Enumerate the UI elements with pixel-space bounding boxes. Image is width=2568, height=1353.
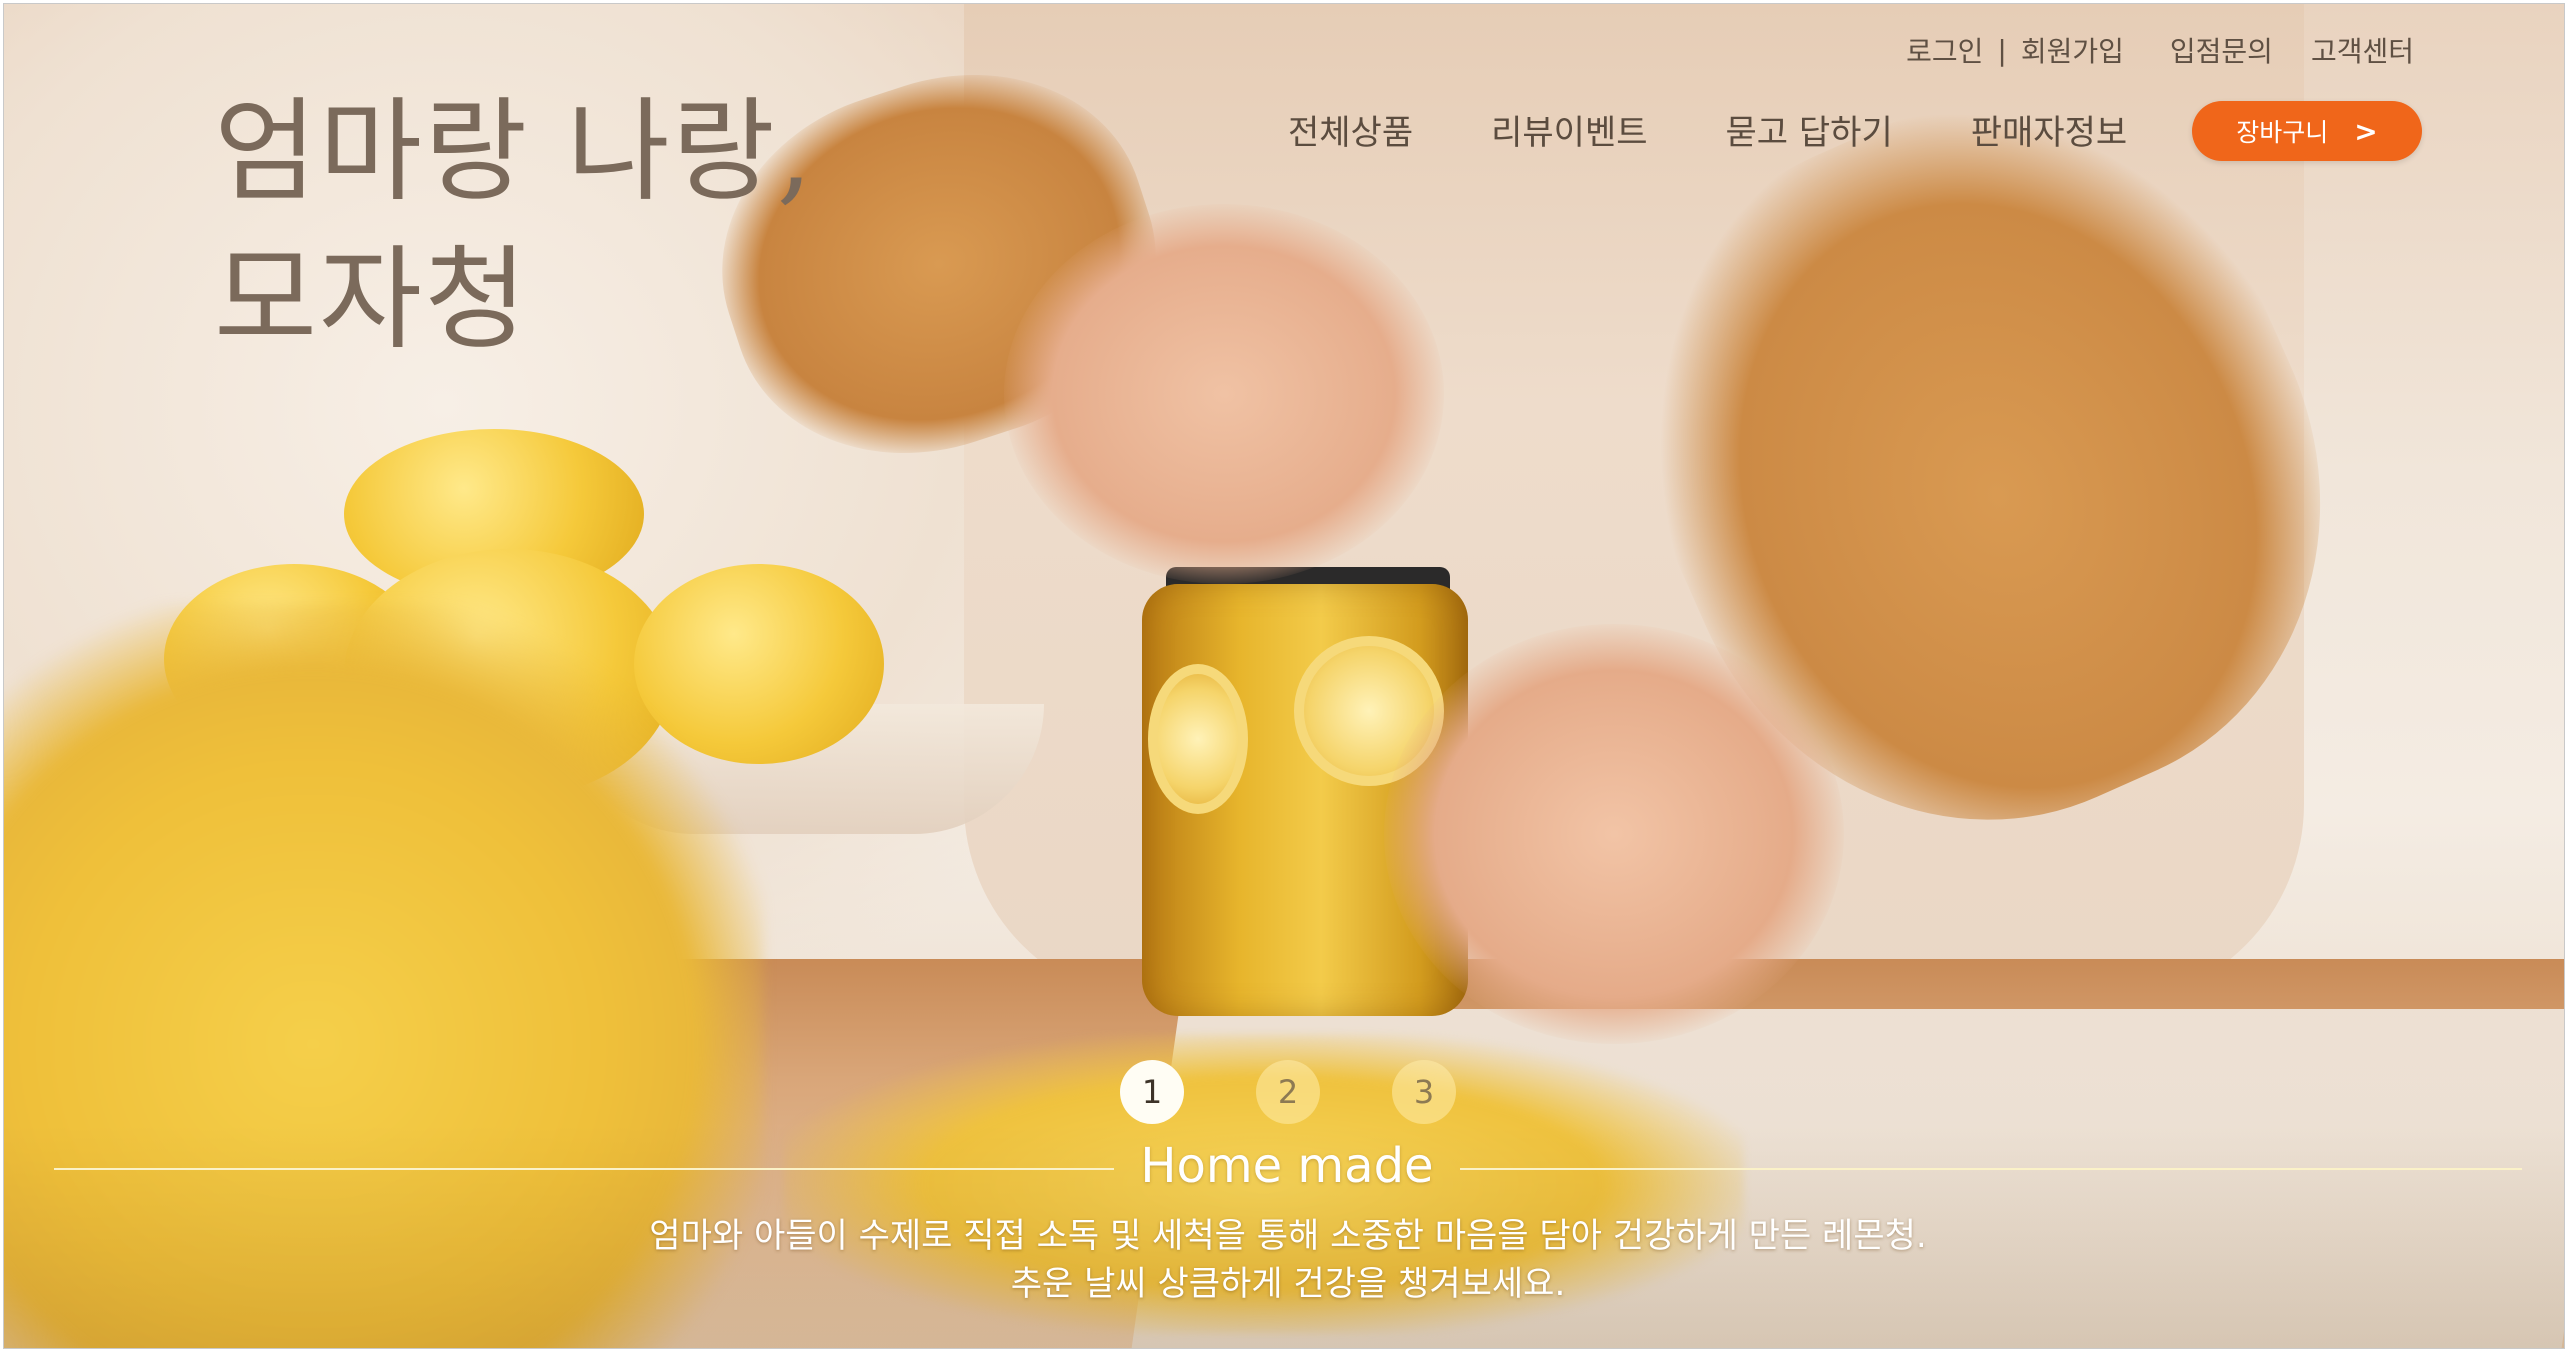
brand-logo-text[interactable]: 엄마랑 나랑, 모자청 [214, 78, 814, 374]
utility-separator: | [1997, 33, 2007, 67]
utility-menu: 로그인 | 회원가입 입점문의 고객센터 [1906, 30, 2414, 70]
nav-item-all-products[interactable]: 전체상품 [1288, 105, 1413, 154]
divider-right [1460, 1168, 2522, 1170]
hero-description: 엄마와 아들이 수제로 직접 소독 및 세척을 통해 소중한 마음을 담아 건강… [504, 1212, 2072, 1308]
hero-description-line-1: 엄마와 아들이 수제로 직접 소독 및 세척을 통해 소중한 마음을 담아 건강… [649, 1216, 1927, 1256]
main-nav: 전체상품 리뷰이벤트 묻고 답하기 판매자정보 [1288, 104, 2205, 154]
slider-pagination: 1 2 3 [1120, 1060, 1456, 1124]
page-frame: 엄마랑 나랑, 모자청 로그인 | 회원가입 입점문의 고객센터 전체상품 리뷰… [3, 3, 2565, 1349]
divider-left [54, 1168, 1114, 1170]
hero-tagline: Home made [1140, 1138, 1434, 1194]
login-link[interactable]: 로그인 [1906, 30, 1983, 70]
nav-item-qna[interactable]: 묻고 답하기 [1726, 105, 1893, 154]
slider-dot-3[interactable]: 3 [1392, 1060, 1456, 1124]
customer-center-link[interactable]: 고객센터 [2311, 30, 2414, 70]
partner-inquiry-link[interactable]: 입점문의 [2170, 30, 2273, 70]
hero-description-line-2: 추운 날씨 상큼하게 건강을 챙겨보세요. [1010, 1264, 1566, 1304]
signup-link[interactable]: 회원가입 [2021, 30, 2124, 70]
slider-dot-1[interactable]: 1 [1120, 1060, 1184, 1124]
chevron-right-icon: > [2354, 114, 2378, 148]
cart-button[interactable]: 장바구니 > [2192, 101, 2422, 161]
brand-line-2: 모자청 [214, 235, 530, 365]
nav-item-seller-info[interactable]: 판매자정보 [1971, 105, 2127, 154]
brand-line-1: 엄마랑 나랑, [214, 87, 815, 217]
nav-item-review-event[interactable]: 리뷰이벤트 [1491, 105, 1647, 154]
cart-button-label: 장바구니 [2236, 118, 2329, 147]
slider-dot-2[interactable]: 2 [1256, 1060, 1320, 1124]
